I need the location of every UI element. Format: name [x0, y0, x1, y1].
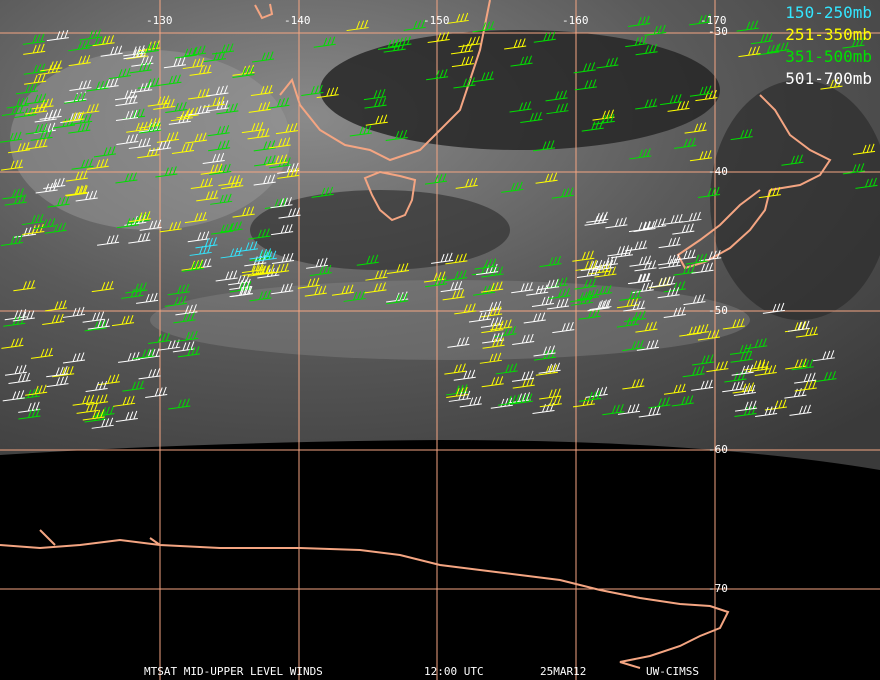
legend-entry-351-500: 351-500mb: [785, 47, 872, 66]
lon-label-160: -160: [562, 14, 589, 27]
footer-caption: MTSAT MID-UPPER LEVEL WINDS 12:00 UTC 25…: [0, 600, 880, 678]
wind-map: [0, 0, 880, 680]
lat-label-40: -40: [708, 165, 728, 178]
legend-entry-501-700: 501-700mb: [785, 69, 872, 88]
legend-entry-150-250: 150-250mb: [785, 3, 872, 22]
lon-label-130: -130: [146, 14, 173, 27]
dry-air-region: [250, 190, 510, 270]
cloud-band: [10, 50, 290, 230]
footer-time: 12:00 UTC: [424, 665, 484, 678]
lon-label-150: -150: [423, 14, 450, 27]
lat-label-60: -60: [708, 443, 728, 456]
footer-date: 25MAR12: [540, 665, 587, 678]
lat-label-30: -30: [708, 25, 728, 38]
lon-label-140: -140: [284, 14, 311, 27]
lat-label-50: -50: [708, 304, 728, 317]
footer-title: MTSAT MID-UPPER LEVEL WINDS: [144, 665, 323, 678]
dry-air-region: [320, 30, 720, 150]
satellite-map-view: 150-250mb 251-350mb 351-500mb 501-700mb …: [0, 0, 880, 680]
footer-source: UW-CIMSS: [646, 665, 699, 678]
legend-entry-251-350: 251-350mb: [785, 25, 872, 44]
pressure-legend: 150-250mb 251-350mb 351-500mb 501-700mb: [785, 2, 872, 90]
cloud-band: [150, 280, 750, 360]
lat-label-70: -70: [708, 582, 728, 595]
